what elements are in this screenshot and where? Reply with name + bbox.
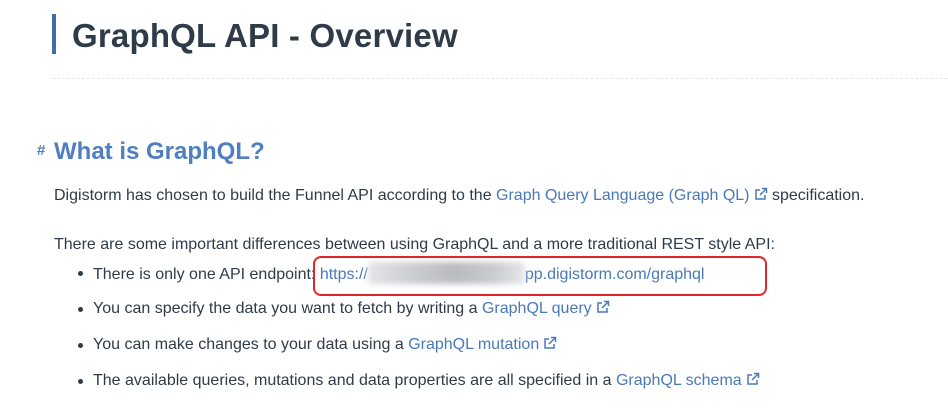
title-accent-bar [52,14,56,54]
external-link-icon [596,300,609,313]
section-anchor-link[interactable]: # [37,142,45,160]
graphql-spec-link-label: Graph Query Language (Graph QL) [496,187,750,204]
intro-prefix: Digistorm has chosen to build the Funnel… [54,187,497,204]
graphql-mutation-link-label: GraphQL mutation [408,336,540,353]
page-title: GraphQL API - Overview [72,17,458,54]
title-divider [52,78,948,79]
intro-suffix: specification. [767,187,865,204]
bullet-dot [78,379,83,384]
graphql-schema-link-label: GraphQL schema [615,372,742,389]
bullet-dot [78,343,83,348]
list-item: The available queries, mutations and dat… [54,370,760,406]
list-item-text: There is only one API endpoint: [93,266,320,283]
graphql-query-link-label: GraphQL query [481,300,592,317]
graphql-query-link[interactable]: GraphQL query [482,300,610,317]
graphql-schema-link[interactable]: GraphQL schema [616,372,760,389]
graphql-mutation-link[interactable]: GraphQL mutation [408,336,557,353]
section-heading: What is GraphQL? [54,138,265,165]
list-item-text: The available queries, mutations and dat… [93,372,616,389]
bullet-dot [78,271,83,276]
list-item-text: You can specify the data you want to fet… [93,300,482,317]
list-item-text: You can make changes to your data using … [93,336,409,353]
bullet-dot [78,307,83,312]
graphql-spec-link[interactable]: Graph Query Language (Graph QL) [496,187,767,204]
differences-lead: There are some important differences bet… [54,236,775,253]
external-link-icon [746,372,759,385]
external-link-icon [754,187,767,200]
list-item: You can make changes to your data using … [54,334,760,370]
list-item: You can specify the data you want to fet… [54,298,760,334]
external-link-icon [544,336,557,349]
endpoint-highlight-box [313,256,767,296]
intro-paragraph: Digistorm has chosen to build the Funnel… [54,185,864,207]
